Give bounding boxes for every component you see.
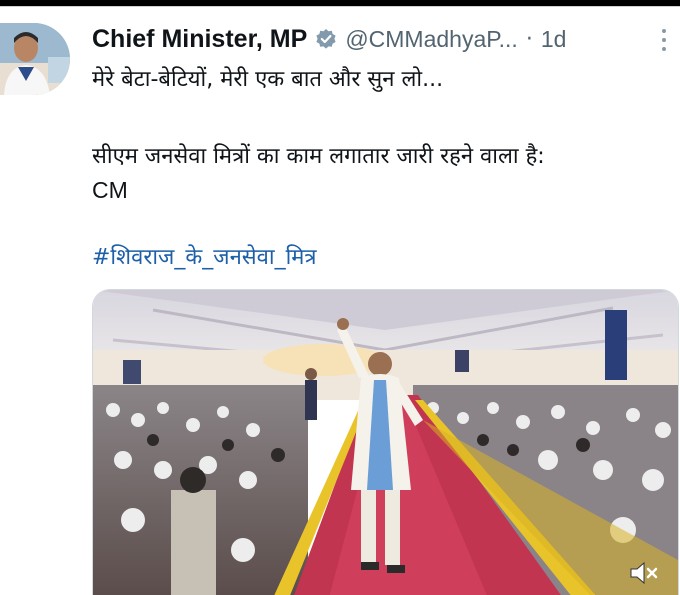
separator-dot: · <box>525 26 533 52</box>
author-name[interactable]: Chief Minister, MP <box>92 25 307 54</box>
video-thumbnail[interactable] <box>92 289 679 595</box>
tweet-text-line: CM <box>92 177 128 203</box>
author-handle[interactable]: @CMMadhyaP... <box>345 26 518 53</box>
tweet-text-line: सीएम जनसेवा मित्रों का काम लगातार जारी र… <box>92 144 545 169</box>
timestamp[interactable]: 1d <box>541 26 567 53</box>
avatar[interactable] <box>0 23 70 95</box>
verified-badge-icon <box>315 28 337 50</box>
tweet-text-line: मेरे बेटा-बेटियों, मेरी एक बात और सुन लो… <box>92 67 444 92</box>
tweet-header: Chief Minister, MP @CMMadhyaP... · 1d <box>92 22 670 56</box>
tweet-card[interactable]: Chief Minister, MP @CMMadhyaP... · 1d मे… <box>0 6 680 595</box>
hashtag-link[interactable]: #शिवराज_के_जनसेवा_मित्र <box>92 241 668 275</box>
volume-muted-icon[interactable] <box>626 558 660 588</box>
more-options-icon[interactable] <box>660 29 668 51</box>
